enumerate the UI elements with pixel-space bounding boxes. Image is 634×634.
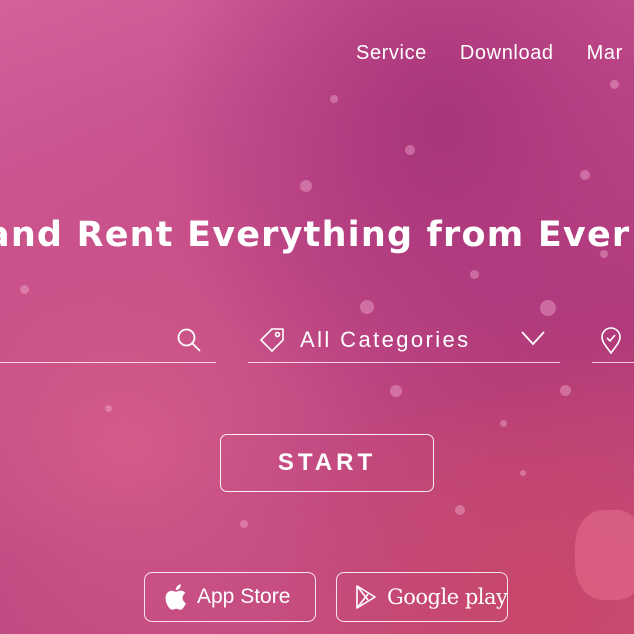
app-store-label: App Store: [197, 585, 291, 608]
chevron-down-icon[interactable]: [520, 329, 546, 352]
location-field[interactable]: [592, 318, 634, 363]
search-icon[interactable]: [176, 327, 202, 358]
location-pin-icon: [600, 327, 622, 360]
hero-headline: and Rent Everything from Ever: [0, 215, 631, 256]
search-input[interactable]: [0, 326, 164, 356]
search-field: [0, 318, 216, 363]
app-store-button[interactable]: App Store: [144, 572, 316, 622]
nav-link-service[interactable]: Service: [356, 42, 427, 65]
top-nav: Service Download Mar: [356, 42, 623, 65]
tag-icon: [258, 326, 286, 359]
google-play-icon: [355, 584, 377, 610]
apple-icon: [163, 583, 187, 611]
start-button[interactable]: START: [220, 434, 434, 492]
nav-link-marketplace[interactable]: Mar: [587, 42, 623, 65]
google-play-label: Google play: [387, 585, 508, 609]
category-selected-label: All Categories: [300, 327, 471, 352]
google-play-button[interactable]: Google play: [336, 572, 508, 622]
bokeh-background: [0, 0, 634, 634]
nav-link-download[interactable]: Download: [460, 42, 554, 65]
category-select[interactable]: All Categories: [248, 318, 560, 363]
